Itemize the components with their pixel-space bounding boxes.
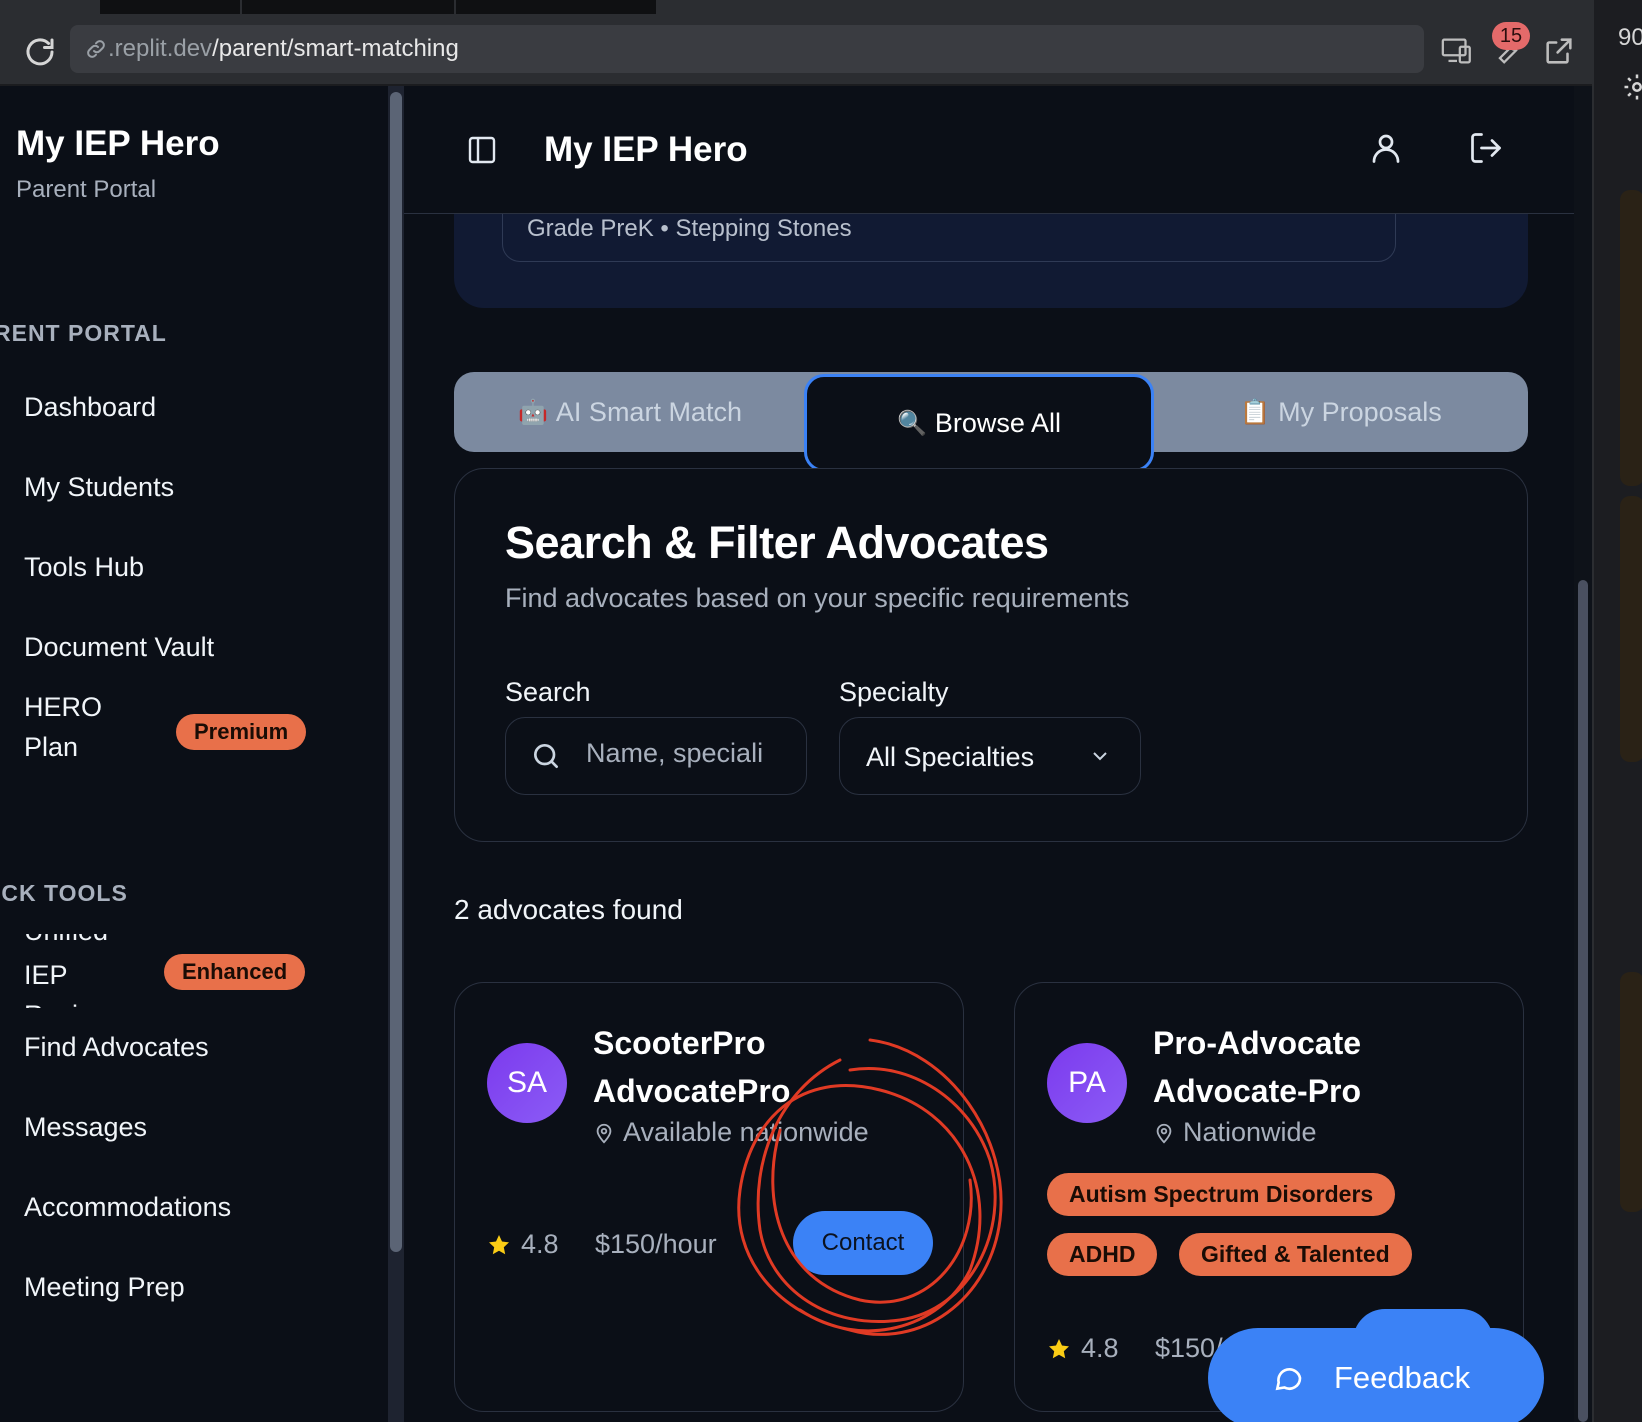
section-parent-portal: RENT PORTAL — [0, 320, 167, 346]
tab-bar: 🤖 AI Smart Match 🔍 Browse All 📋 My Proposal… — [454, 372, 1528, 472]
sidebar-item-hero-plan-line2[interactable]: Plan — [24, 732, 78, 763]
sidebar-item-hero-plan[interactable]: HERO — [24, 692, 102, 723]
reload-icon[interactable] — [22, 34, 58, 70]
advocate-location: Available nationwide — [593, 1117, 869, 1148]
sidebar-item-accommodations[interactable]: Accommodations — [24, 1192, 231, 1223]
section-quick-tools: ICK TOOLS — [0, 880, 128, 906]
enhanced-badge: Enhanced — [164, 954, 306, 990]
browser-tab[interactable] — [242, 0, 454, 14]
sidebar-item-my-students[interactable]: My Students — [24, 472, 174, 503]
link-icon — [87, 40, 105, 58]
specialty-tag: Gifted & Talented — [1179, 1233, 1412, 1276]
specialty-label: Specialty — [839, 677, 949, 707]
sidebar-item-iep-partial-top: Unified — [24, 934, 114, 944]
logout-icon[interactable] — [1468, 130, 1504, 166]
sidebar-item-meeting-prep[interactable]: Meeting Prep — [24, 1272, 185, 1303]
search-input[interactable] — [586, 738, 786, 769]
sidebar-item-document-vault[interactable]: Document Vault — [24, 632, 214, 663]
star-icon — [1049, 1338, 1069, 1358]
advocate-card[interactable]: SA ScooterPro AdvocatePro Available natio… — [454, 982, 964, 1412]
notification-badge: 15 — [1492, 22, 1530, 50]
specialty-select[interactable]: All Specialties — [839, 717, 1141, 795]
feedback-label: Feedback — [1334, 1360, 1471, 1395]
sidebar-scrollbar-thumb[interactable] — [390, 92, 402, 1252]
specialty-tag: ADHD — [1047, 1233, 1158, 1276]
search-icon — [534, 744, 558, 768]
sidebar-brand: My IEP Hero — [16, 124, 220, 163]
map-pin-icon — [1156, 1123, 1172, 1143]
url-text: .replit.dev/parent/smart-matching — [108, 35, 459, 62]
external-link-icon[interactable] — [1542, 34, 1576, 68]
page-title: My IEP Hero — [544, 130, 748, 169]
main-scrollbar-thumb[interactable] — [1578, 580, 1588, 1422]
tab-browse-all[interactable]: 🔍 Browse All — [804, 374, 1154, 472]
sidebar: My IEP Hero Parent Portal RENT PORTAL Da… — [0, 86, 404, 1422]
side-panel-card — [1620, 972, 1642, 1212]
devices-icon[interactable] — [1440, 34, 1474, 68]
specialty-tag: Autism Spectrum Disorders — [1047, 1173, 1396, 1216]
sidebar-item-tools-hub[interactable]: Tools Hub — [24, 552, 144, 583]
filter-title: Search & Filter Advocates — [505, 517, 1049, 568]
message-circle-icon — [1275, 1368, 1302, 1391]
star-icon — [489, 1234, 509, 1254]
browser-tab[interactable] — [456, 0, 656, 14]
tab-ai-smart-match[interactable]: 🤖 AI Smart Match — [454, 372, 806, 452]
filter-card: Search & Filter Advocates Find advocates… — [454, 468, 1528, 842]
chevron-down-icon — [1093, 752, 1107, 761]
advocate-name: ScooterPro AdvocatePro — [593, 1025, 791, 1109]
side-panel-number: 90 — [1618, 24, 1642, 51]
avatar: PA — [1047, 1043, 1127, 1123]
avatar: SA — [487, 1043, 567, 1123]
gear-icon[interactable] — [1622, 72, 1642, 102]
tab-my-proposals[interactable]: 📋 My Proposals — [1154, 372, 1528, 452]
side-panel-card — [1620, 190, 1642, 486]
browser-tab[interactable] — [100, 0, 240, 14]
feedback-button[interactable]: Feedback — [1208, 1328, 1544, 1422]
student-meta: Grade PreK • Stepping Stones — [527, 215, 852, 242]
results-count: 2 advocates found — [454, 894, 683, 925]
sidebar-item-iep-partial-bottom: Review — [24, 1000, 114, 1008]
advocate-rate: $150/hour — [595, 1229, 717, 1259]
map-pin-icon — [596, 1123, 612, 1143]
advocate-rating: 4.8 — [1047, 1333, 1119, 1364]
side-panel: 90 — [1592, 0, 1642, 1422]
sidebar-item-iep-review[interactable]: IEP — [24, 960, 68, 991]
filter-subtitle: Find advocates based on your specific re… — [505, 583, 1130, 613]
specialty-value: All Specialties — [866, 742, 1035, 772]
sidebar-item-find-advocates[interactable]: Find Advocates — [24, 1032, 209, 1063]
top-header: My IEP Hero — [404, 86, 1574, 214]
advocate-name: Pro-Advocate Advocate-Pro — [1153, 1025, 1362, 1109]
advocate-rating: 4.8 — [487, 1229, 559, 1260]
sidebar-item-messages[interactable]: Messages — [24, 1112, 147, 1143]
contact-button[interactable]: Contact — [793, 1211, 933, 1275]
address-bar: .replit.dev/parent/smart-matching 15 — [0, 14, 1592, 86]
premium-badge: Premium — [176, 714, 307, 750]
advocate-location: Nationwide — [1153, 1117, 1317, 1148]
url-field[interactable]: .replit.dev/parent/smart-matching — [70, 25, 1424, 73]
side-panel-card — [1620, 496, 1642, 762]
sidebar-toggle-icon[interactable] — [466, 134, 498, 166]
sidebar-brand-subtitle: Parent Portal — [16, 176, 157, 203]
main-content: My IEP Hero Grade PreK • Stepping Stones… — [404, 86, 1574, 1422]
user-icon[interactable] — [1368, 130, 1404, 166]
search-label: Search — [505, 677, 591, 707]
sidebar-item-dashboard[interactable]: Dashboard — [24, 392, 156, 423]
search-field[interactable] — [505, 717, 807, 795]
browser-tab-strip — [0, 0, 1592, 14]
